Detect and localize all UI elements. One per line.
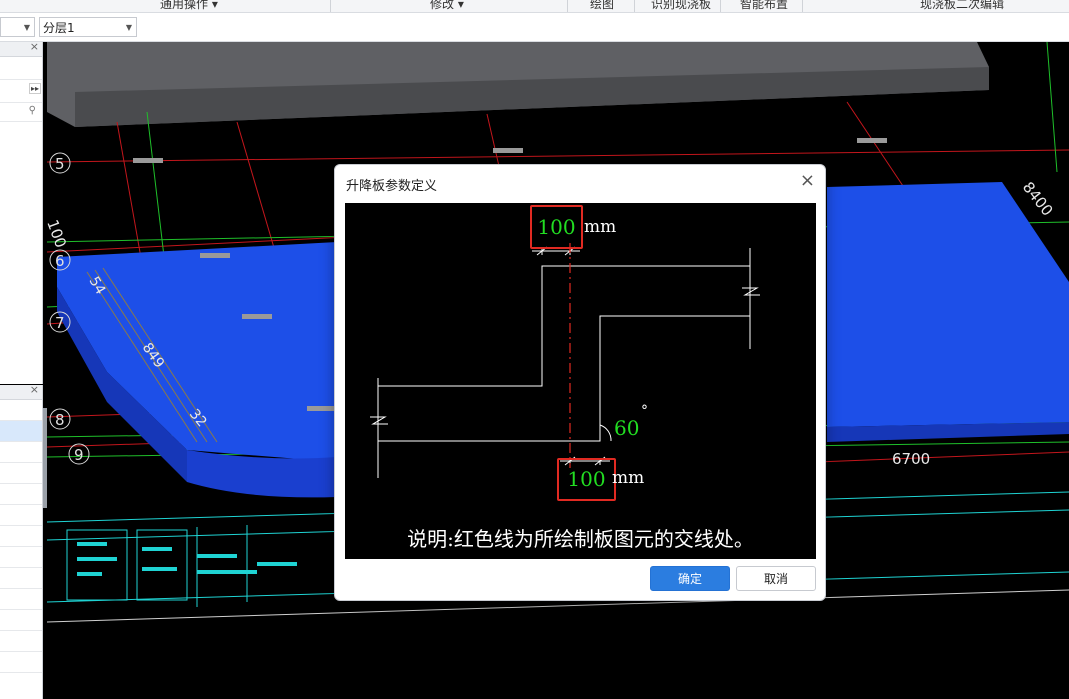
property-row-selected[interactable]	[0, 421, 42, 442]
property-row[interactable]	[0, 610, 42, 631]
angle-arc	[599, 424, 612, 442]
property-row[interactable]	[0, 589, 42, 610]
degree-symbol: °	[641, 403, 648, 419]
axis-label-6: 6	[55, 252, 65, 270]
slab-top-line	[378, 265, 750, 387]
dim-8400: 8400	[1019, 178, 1057, 219]
ribbon-separator	[634, 0, 635, 12]
property-row[interactable]	[0, 547, 42, 568]
component-list-panel: × ▸▸ ⚲	[0, 40, 43, 384]
ribbon-group-draw[interactable]: 绘图	[590, 0, 614, 12]
slab-bottom-line	[378, 315, 750, 442]
left-break-symbol	[370, 416, 388, 425]
raised-slab-params-dialog: 升降板参数定义 × 100 mm 100 mm 60 ° 说明:红色线为所绘制板…	[334, 164, 826, 601]
axis-label-7: 7	[55, 314, 65, 332]
ribbon-group-identify-slab[interactable]: 识别现浇板	[651, 0, 711, 12]
ribbon: 通用操作 ▾ 修改 ▾ 绘图 识别现浇板 智能布置 现浇板二次编辑	[0, 0, 1069, 13]
panel-toolbar-row	[0, 57, 42, 80]
step-slab-drawing	[370, 243, 760, 478]
angle-value[interactable]: 60	[614, 416, 639, 440]
ribbon-group-general[interactable]: 通用操作 ▾	[160, 0, 218, 12]
ribbon-separator	[567, 0, 568, 12]
top-offset-input[interactable]: 100	[530, 205, 583, 249]
bottom-unit-label: mm	[612, 468, 645, 488]
property-panel: ×	[0, 383, 43, 699]
chevron-down-icon: ▼	[23, 23, 30, 32]
ribbon-group-modify[interactable]: 修改 ▾	[430, 0, 464, 12]
ribbon-group-label: 修改	[430, 0, 455, 11]
close-icon[interactable]: ×	[800, 171, 815, 191]
explanation-note: 说明:红色线为所绘制板图元的交线处。	[407, 527, 754, 551]
panel-header: ×	[0, 40, 42, 57]
top-unit-label: mm	[584, 217, 617, 237]
panel-filter-row[interactable]: ▸▸	[0, 80, 42, 103]
property-row[interactable]	[0, 652, 42, 673]
property-row[interactable]	[0, 526, 42, 547]
ribbon-separator	[802, 0, 803, 12]
property-row[interactable]	[0, 568, 42, 589]
layer-select-value: 分层1	[43, 21, 75, 35]
search-icon[interactable]: ⚲	[29, 105, 36, 116]
blue-slab-right	[827, 182, 1069, 427]
secondary-toolbar: ▼ 分层1 ▼	[0, 13, 1069, 42]
layer-select[interactable]: 分层1 ▼	[39, 17, 137, 37]
cancel-button[interactable]: 取消	[736, 566, 816, 591]
property-row[interactable]	[0, 631, 42, 652]
ribbon-separator	[330, 0, 331, 12]
property-row[interactable]	[0, 505, 42, 526]
axis-label-9: 9	[74, 446, 84, 464]
property-row[interactable]	[0, 442, 42, 463]
more-icon[interactable]: ▸▸	[28, 83, 41, 94]
ribbon-separator	[720, 0, 721, 12]
ribbon-group-smart-layout[interactable]: 智能布置	[740, 0, 788, 12]
axis-label-5: 5	[55, 155, 65, 173]
right-break-symbol	[742, 287, 760, 296]
floor-select[interactable]: ▼	[0, 17, 35, 37]
property-row[interactable]	[0, 484, 42, 505]
dim-6700: 6700	[892, 450, 930, 468]
ribbon-group-slab-edit[interactable]: 现浇板二次编辑	[920, 0, 1004, 12]
parameter-diagram: 100 mm 100 mm 60 ° 说明:红色线为所绘制板图元的交线处。	[345, 203, 816, 559]
property-row[interactable]	[0, 463, 42, 484]
property-row[interactable]	[0, 400, 42, 421]
close-icon[interactable]: ×	[30, 40, 39, 53]
dialog-title: 升降板参数定义	[346, 179, 438, 194]
ribbon-group-label: 通用操作	[160, 0, 209, 11]
confirm-button[interactable]: 确定	[650, 566, 730, 591]
close-icon[interactable]: ×	[30, 383, 39, 396]
chevron-down-icon: ▼	[125, 23, 132, 32]
panel-search-row[interactable]: ⚲	[0, 103, 42, 122]
axis-label-8: 8	[55, 411, 65, 429]
dim-100: 100	[47, 217, 70, 250]
bottom-offset-input[interactable]: 100	[557, 458, 616, 501]
panel-header: ×	[0, 383, 42, 400]
